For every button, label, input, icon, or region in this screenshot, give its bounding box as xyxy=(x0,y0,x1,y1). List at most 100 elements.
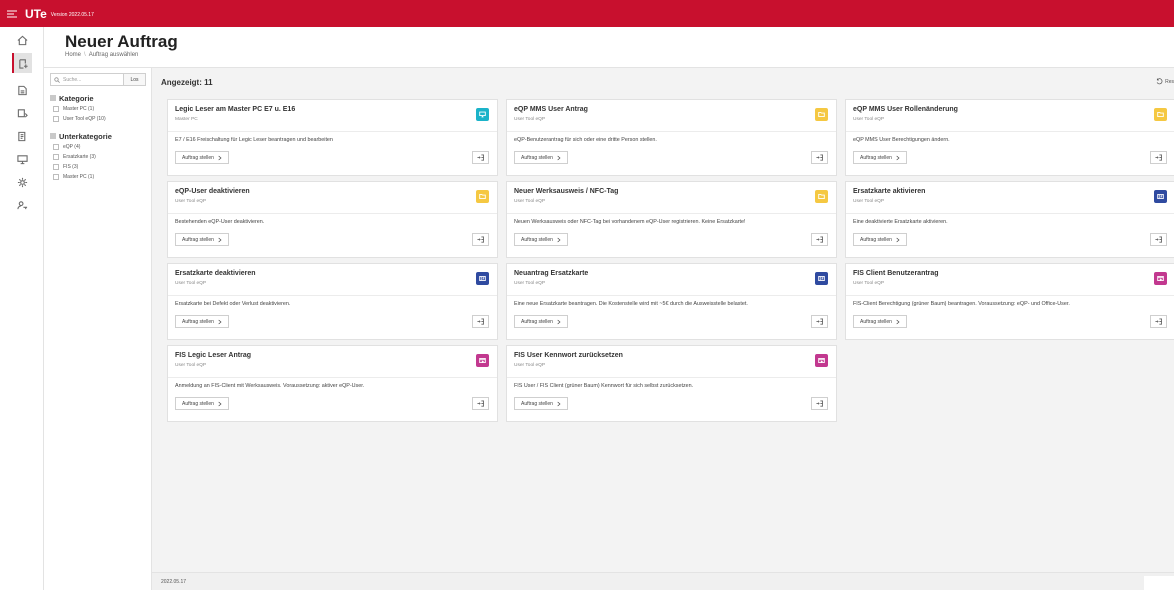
submit-order-button[interactable]: Auftrag stellen xyxy=(514,233,568,246)
order-card[interactable]: eQP MMS User Antrag User Tool eQP eQP-Benu… xyxy=(506,99,837,176)
card-category-badge xyxy=(1154,272,1167,285)
card-details-button[interactable] xyxy=(1150,315,1167,328)
document-icon xyxy=(17,131,25,141)
submit-order-button[interactable]: Auftrag stellen xyxy=(853,233,907,246)
submit-order-button[interactable]: Auftrag stellen xyxy=(514,315,568,328)
settings-icon xyxy=(17,177,27,187)
filter-group-title: Kategorie xyxy=(59,93,94,103)
filter-group-unterkategorie: Unterkategorie eQP (4) Ersatzkarte (3) F… xyxy=(50,130,146,182)
chevron-right-icon xyxy=(218,401,222,406)
card-details-button[interactable] xyxy=(472,397,489,410)
filter-option[interactable]: Master PC (1) xyxy=(50,104,146,114)
card-details-button[interactable] xyxy=(472,151,489,164)
filter-group-header[interactable]: Kategorie xyxy=(50,92,146,104)
card-details-button[interactable] xyxy=(1150,151,1167,164)
checkbox[interactable] xyxy=(53,154,59,160)
card-subtitle: User Tool eQP xyxy=(514,199,546,204)
card-details-button[interactable] xyxy=(811,151,828,164)
submit-order-button[interactable]: Auftrag stellen xyxy=(514,151,568,164)
search-button[interactable]: Los xyxy=(124,73,146,86)
window-icon xyxy=(479,357,486,364)
hamburger-menu-button[interactable] xyxy=(2,0,22,27)
order-card[interactable]: FIS Client Benutzerantrag User Tool eQP FI… xyxy=(845,263,1174,340)
search-box: Suche... Los xyxy=(50,73,146,86)
checkbox[interactable] xyxy=(53,116,59,122)
filter-option[interactable]: User Tool eQP (10) xyxy=(50,114,146,124)
card-details-button[interactable] xyxy=(1150,233,1167,246)
reset-button[interactable]: Res xyxy=(1156,78,1174,85)
nav-documents[interactable] xyxy=(12,126,32,146)
order-card[interactable]: FIS Legic Leser Antrag User Tool eQP Anmel… xyxy=(167,345,498,422)
filter-option[interactable]: Ersatzkarte (3) xyxy=(50,152,146,162)
card-details-button[interactable] xyxy=(472,233,489,246)
top-bar: UTe Version 2022.05.17 xyxy=(0,0,1174,27)
card-subtitle: User Tool eQP xyxy=(853,281,885,286)
card-category-badge xyxy=(1154,108,1167,121)
details-icon xyxy=(816,318,823,325)
card-details-button[interactable] xyxy=(811,397,828,410)
filter-option[interactable]: eQP (4) xyxy=(50,142,146,152)
nav-new-order[interactable] xyxy=(12,53,32,73)
submit-order-button[interactable]: Auftrag stellen xyxy=(853,315,907,328)
footer-corner-panel xyxy=(1144,576,1174,590)
submit-order-button[interactable]: Auftrag stellen xyxy=(175,397,229,410)
submit-order-button[interactable]: Auftrag stellen xyxy=(175,233,229,246)
card-details-button[interactable] xyxy=(811,315,828,328)
card-title: Neuantrag Ersatzkarte xyxy=(514,270,589,277)
order-card[interactable]: Ersatzkarte deaktivieren User Tool eQP Ers… xyxy=(167,263,498,340)
nav-users[interactable] xyxy=(12,103,32,123)
nav-devices[interactable] xyxy=(12,149,32,169)
filter-panel: Suche... Los Kategorie Master PC (1) Use… xyxy=(44,68,152,590)
nav-settings[interactable] xyxy=(12,172,32,192)
nav-user-key[interactable] xyxy=(12,195,32,215)
chevron-right-icon xyxy=(218,319,222,324)
filter-option[interactable]: Master PC (1) xyxy=(50,172,146,182)
details-icon xyxy=(477,400,484,407)
nav-orders[interactable] xyxy=(12,80,32,100)
details-icon xyxy=(477,318,484,325)
order-card[interactable]: Neuantrag Ersatzkarte User Tool eQP Eine n… xyxy=(506,263,837,340)
order-card[interactable]: Neuer Werksausweis / NFC-Tag User Tool eQ… xyxy=(506,181,837,258)
card-title: Legic Leser am Master PC E7 u. E16 xyxy=(175,106,296,113)
order-card[interactable]: Ersatzkarte aktivieren User Tool eQP Eine … xyxy=(845,181,1174,258)
card-details-button[interactable] xyxy=(811,233,828,246)
submit-order-label: Auftrag stellen xyxy=(521,318,553,325)
filter-option[interactable]: FIS (3) xyxy=(50,162,146,172)
card-title: Neuer Werksausweis / NFC-Tag xyxy=(514,188,619,195)
monitor-icon xyxy=(479,111,486,118)
order-card[interactable]: eQP MMS User Rollenänderung User Tool eQP… xyxy=(845,99,1174,176)
icon-navigation xyxy=(0,27,44,590)
order-card[interactable]: FIS User Kennwort zurücksetzen User Tool … xyxy=(506,345,837,422)
filter-group-header[interactable]: Unterkategorie xyxy=(50,130,146,142)
breadcrumb-home[interactable]: Home xyxy=(65,52,81,58)
search-input[interactable]: Suche... xyxy=(50,73,124,86)
submit-order-button[interactable]: Auftrag stellen xyxy=(853,151,907,164)
id-card-icon xyxy=(1157,193,1164,200)
order-card[interactable]: eQP-User deaktivieren User Tool eQP Besteh… xyxy=(167,181,498,258)
filter-option-label: User Tool eQP (10) xyxy=(63,116,106,122)
checkbox[interactable] xyxy=(53,144,59,150)
submit-order-button[interactable]: Auftrag stellen xyxy=(175,315,229,328)
card-details-button[interactable] xyxy=(472,315,489,328)
card-category-badge xyxy=(815,354,828,367)
submit-order-button[interactable]: Auftrag stellen xyxy=(175,151,229,164)
nav-home[interactable] xyxy=(12,30,32,50)
filter-option-label: Master PC (1) xyxy=(63,106,95,112)
card-divider xyxy=(846,131,1174,132)
checkbox[interactable] xyxy=(53,174,59,180)
order-card[interactable]: Legic Leser am Master PC E7 u. E16 Master… xyxy=(167,99,498,176)
user-card-icon xyxy=(17,108,28,118)
breadcrumb: Home \ Auftrag auswählen xyxy=(65,52,138,58)
card-subtitle: User Tool eQP xyxy=(175,363,207,368)
filter-option-label: Master PC (1) xyxy=(63,174,95,180)
chevron-right-icon xyxy=(557,237,561,242)
card-subtitle: User Tool eQP xyxy=(175,281,207,286)
card-description: Eine deaktivierte Ersatzkarte aktivieren… xyxy=(853,219,948,225)
filter-group-kategorie: Kategorie Master PC (1) User Tool eQP (1… xyxy=(50,92,146,124)
checkbox[interactable] xyxy=(53,106,59,112)
card-divider xyxy=(507,131,836,132)
checkbox[interactable] xyxy=(53,164,59,170)
submit-order-button[interactable]: Auftrag stellen xyxy=(514,397,568,410)
card-category-badge xyxy=(815,190,828,203)
card-description: Anmeldung an FIS-Client mit Werksausweis… xyxy=(175,383,365,389)
